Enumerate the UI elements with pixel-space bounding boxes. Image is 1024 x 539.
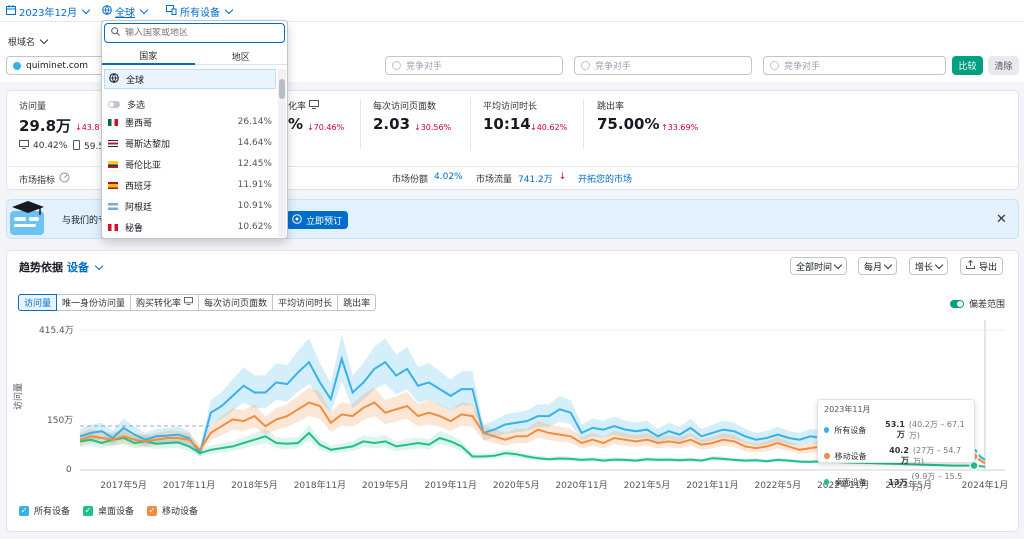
flag-colombia-icon <box>108 160 118 168</box>
flag-spain-icon <box>108 181 118 189</box>
country-name: 西班牙 <box>125 181 153 192</box>
x-tick-label: 2024年1月 <box>961 481 1009 491</box>
tooltip-row: 所有设备 53.1万 (40.2万 – 67.1万) <box>824 419 968 441</box>
legend-all-devices[interactable]: ✓ 所有设备 <box>19 504 70 517</box>
tab-country[interactable]: 国家 <box>102 48 195 65</box>
tooltip-row-name: 桌面设备 <box>834 477 867 487</box>
country-option[interactable]: 哥伦比亚 12.45% <box>104 154 276 174</box>
country-share: 26.14% <box>237 117 272 127</box>
country-share: 10.91% <box>237 201 272 211</box>
flag-mexico-icon <box>108 118 118 126</box>
country-option[interactable]: 阿根廷 10.91% <box>104 196 276 216</box>
region-tabs: 国家 地区 <box>102 48 287 65</box>
x-tick-label: 2017年5月 <box>100 481 147 491</box>
tooltip-row-value: 13万 <box>888 477 908 487</box>
x-tick-label: 2019年11月 <box>424 481 477 491</box>
x-tick-label: 2018年5月 <box>231 481 278 491</box>
region-search-box[interactable] <box>104 23 285 43</box>
dropdown-scrollbar[interactable] <box>278 69 286 237</box>
country-share: 14.64% <box>237 138 272 148</box>
tab-visits[interactable]: 访问量 <box>18 294 58 311</box>
legend-mobile[interactable]: ✓ 移动设备 <box>147 504 198 517</box>
country-option[interactable]: 西班牙 11.91% <box>104 175 276 195</box>
scrollbar-thumb[interactable] <box>279 79 285 99</box>
tooltip-row-range: (40.2万 – 67.1万) <box>908 420 965 440</box>
tooltip-row: 移动设备 40.2万 (27万 – 54.7万) <box>824 445 968 467</box>
x-tick-label: 2022年5月 <box>754 481 802 491</box>
tooltip-row-value: 53.1万 <box>885 420 905 439</box>
tooltip-row-range: (27万 – 54.7万) <box>912 446 962 466</box>
legend-label: 所有设备 <box>34 507 71 517</box>
checkbox-icon[interactable]: ✓ <box>83 505 93 516</box>
flag-peru-icon <box>108 223 118 231</box>
tooltip-row-range: (9.9万 – 15.5万) <box>911 472 963 492</box>
legend-desktop[interactable]: ✓ 桌面设备 <box>83 504 134 517</box>
tab-region[interactable]: 地区 <box>194 48 287 65</box>
legend-label: 桌面设备 <box>98 507 135 517</box>
option-label: 多选 <box>127 100 146 111</box>
x-tick-label: 2021年11月 <box>686 481 739 491</box>
x-tick-label: 2020年5月 <box>492 481 540 491</box>
globe-icon <box>109 72 119 86</box>
region-dropdown: 国家 地区 全球 多选 墨西哥 26.14% 哥斯达黎加 14.64% 哥伦比亚… <box>101 20 288 239</box>
country-share: 12.45% <box>237 159 272 169</box>
tooltip-row: 桌面设备 13万 (9.9万 – 15.5万) <box>824 471 968 493</box>
tooltip-row-name: 所有设备 <box>834 425 867 435</box>
legend-dot <box>824 427 830 433</box>
country-option[interactable]: 哥斯达黎加 14.64% <box>104 133 276 153</box>
x-tick-label: 2020年11月 <box>555 481 608 491</box>
legend-label: 移动设备 <box>162 507 199 517</box>
checkbox-icon[interactable]: ✓ <box>19 505 29 516</box>
country-option[interactable]: 墨西哥 26.14% <box>104 112 276 132</box>
x-tick-label: 2018年11月 <box>293 481 347 491</box>
tooltip-title: 2023年11月 <box>824 405 871 414</box>
legend-dot <box>824 453 830 459</box>
toggle-switch[interactable] <box>108 100 120 108</box>
region-search-input[interactable] <box>125 28 275 38</box>
legend-dot <box>824 479 830 485</box>
x-tick-label: 2019年5月 <box>361 481 409 491</box>
flag-costa-rica-icon <box>108 139 118 147</box>
flag-argentina-icon <box>108 202 118 210</box>
option-label: 全球 <box>126 75 145 86</box>
country-name: 阿根廷 <box>125 202 153 213</box>
tooltip-row-name: 移动设备 <box>834 451 867 461</box>
checkbox-icon[interactable]: ✓ <box>147 505 157 516</box>
search-icon <box>111 27 120 39</box>
multi-select-toggle[interactable]: 多选 <box>104 94 276 114</box>
tooltip-row-value: 40.2万 <box>889 446 909 465</box>
country-share: 10.62% <box>237 222 272 232</box>
country-option[interactable]: 秘鲁 10.62% <box>104 217 276 237</box>
x-tick-label: 2021年5月 <box>623 481 671 491</box>
country-name: 哥伦比亚 <box>125 160 162 171</box>
x-tick-label: 2017年11月 <box>162 481 216 491</box>
country-share: 11.91% <box>237 180 272 190</box>
country-name: 哥斯达黎加 <box>125 139 171 150</box>
country-name: 秘鲁 <box>125 223 144 234</box>
country-name: 墨西哥 <box>125 118 153 129</box>
option-global[interactable]: 全球 <box>104 69 276 89</box>
chart-tooltip: 2023年11月 所有设备 53.1万 (40.2万 – 67.1万) 移动设备… <box>817 399 975 492</box>
